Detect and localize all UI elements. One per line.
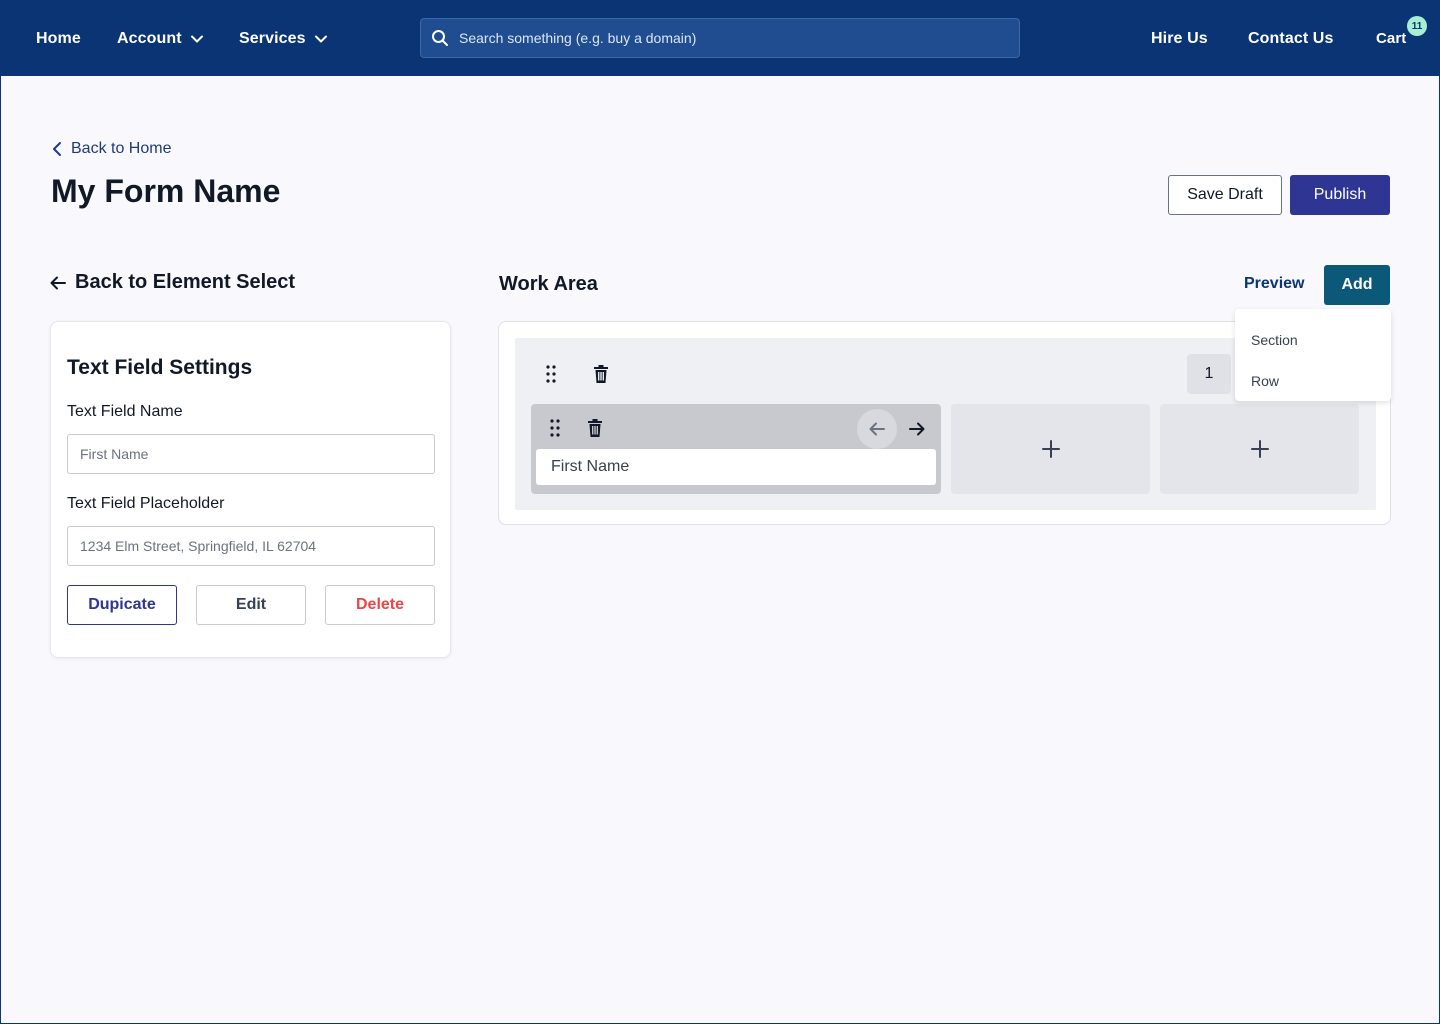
nav-hire-us[interactable]: Hire Us — [1151, 1, 1208, 76]
drag-handle-icon[interactable] — [541, 362, 561, 386]
move-left-button[interactable] — [857, 409, 897, 449]
nav-account[interactable]: Account — [117, 1, 204, 76]
form-element-column[interactable]: First Name — [531, 404, 941, 494]
chevron-down-icon — [190, 35, 203, 42]
search-icon — [432, 30, 448, 46]
delete-button[interactable]: Delete — [325, 585, 435, 625]
search-input[interactable] — [459, 30, 999, 46]
nav-services-label: Services — [239, 29, 306, 47]
duplicate-button[interactable]: Dupicate — [67, 585, 177, 625]
move-right-button[interactable] — [903, 409, 931, 449]
page-title: My Form Name — [51, 173, 281, 209]
text-field-element[interactable]: First Name — [536, 449, 936, 485]
chevron-left-icon — [53, 142, 61, 156]
menu-item-row[interactable]: Row — [1251, 373, 1279, 389]
empty-column-add[interactable] — [1160, 404, 1359, 494]
nav-cart-label: Cart — [1376, 30, 1407, 47]
text-field-placeholder-input[interactable] — [67, 526, 435, 566]
nav-account-label: Account — [117, 29, 182, 47]
work-area-title: Work Area — [499, 273, 598, 295]
publish-button[interactable]: Publish — [1290, 175, 1390, 215]
settings-title: Text Field Settings — [67, 356, 253, 379]
back-to-element-select-link[interactable]: Back to Element Select — [49, 271, 295, 294]
chevron-down-icon — [314, 35, 327, 42]
arrow-left-icon — [50, 276, 66, 289]
nav-home[interactable]: Home — [36, 1, 81, 76]
nav-contact-us[interactable]: Contact Us — [1248, 1, 1333, 76]
text-field-name-label: Text Field Name — [67, 403, 183, 420]
nav-services[interactable]: Services — [239, 1, 328, 76]
plus-icon — [1250, 440, 1269, 458]
add-dropdown-menu: Section Row — [1235, 309, 1391, 401]
nav-home-label: Home — [36, 29, 81, 47]
search-bar — [420, 18, 1020, 58]
nav-contact-us-label: Contact Us — [1248, 29, 1334, 47]
text-field-settings-card: Text Field Settings Text Field Name Text… — [50, 321, 451, 658]
back-to-element-select-label: Back to Element Select — [75, 271, 296, 293]
top-navigation: Home Account Services Hire Us Contact Us… — [1, 1, 1439, 76]
arrow-right-icon — [909, 422, 925, 436]
back-to-home-link[interactable]: Back to Home — [51, 137, 171, 161]
menu-item-section[interactable]: Section — [1251, 332, 1298, 348]
drag-handle-icon[interactable] — [545, 416, 565, 440]
edit-button[interactable]: Edit — [196, 585, 306, 625]
preview-link[interactable]: Preview — [1244, 275, 1304, 293]
add-button[interactable]: Add — [1324, 265, 1390, 305]
empty-column-add[interactable] — [951, 404, 1150, 494]
text-field-name-input[interactable] — [67, 434, 435, 474]
column-count[interactable]: 1 — [1187, 354, 1231, 394]
trash-icon[interactable] — [591, 362, 611, 386]
nav-hire-us-label: Hire Us — [1151, 29, 1208, 47]
trash-icon[interactable] — [585, 416, 605, 440]
arrow-left-icon — [869, 422, 885, 436]
save-draft-button[interactable]: Save Draft — [1168, 175, 1282, 215]
back-to-home-label: Back to Home — [71, 140, 172, 157]
text-field-placeholder-label: Text Field Placeholder — [67, 495, 225, 512]
nav-cart[interactable]: Cart — [1376, 1, 1406, 76]
cart-count-badge: 11 — [1407, 16, 1427, 36]
plus-icon — [1041, 440, 1060, 458]
